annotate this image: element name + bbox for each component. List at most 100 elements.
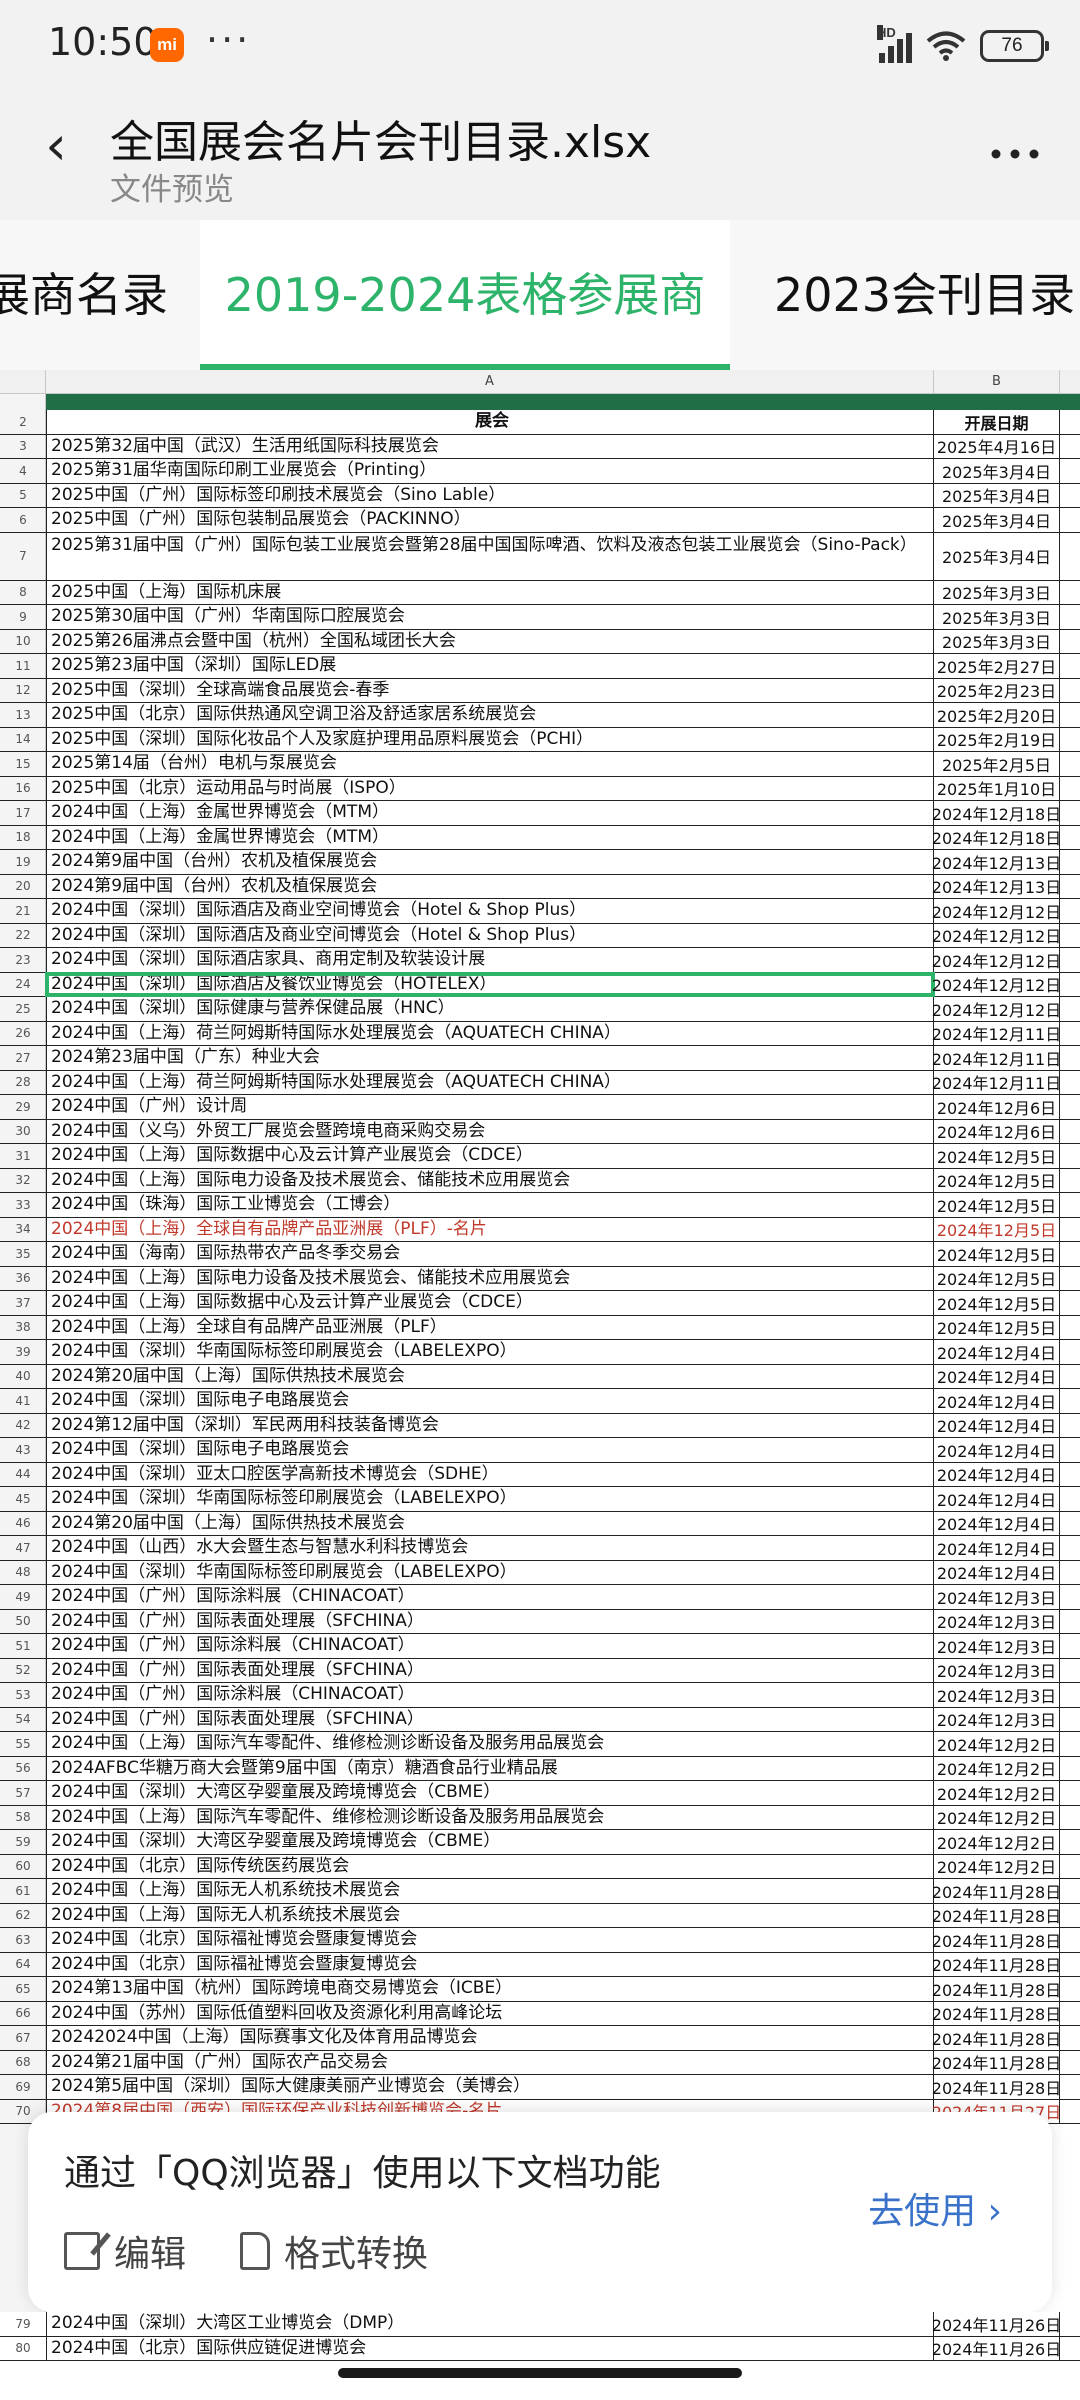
table-row[interactable]: 46 2024第20届中国（上海）国际供热技术展览会 2024年12月4日 — [0, 1511, 1080, 1536]
cell-exhibition[interactable]: 2024第13届中国（杭州）国际跨境电商交易博览会（ICBE） — [46, 1977, 934, 2001]
cell-exhibition[interactable]: 2024中国（上海）金属世界博览会（MTM） — [46, 801, 934, 825]
table-row[interactable]: 20 2024第9届中国（台州）农机及植保展览会 2024年12月13日 — [0, 874, 1080, 899]
cell-exhibition[interactable]: 2025中国（深圳）国际化妆品个人及家庭护理用品原料展览会（PCHI） — [46, 727, 934, 751]
cell-start-date[interactable]: 2024年12月2日 — [934, 1854, 1060, 1878]
table-row[interactable]: 2 展会 开展日期 — [0, 410, 1080, 435]
cell-exhibition[interactable]: 2024中国（上海）荷兰阿姆斯特国际水处理展览会（AQUATECH CHINA） — [46, 1021, 934, 1045]
cell-exhibition[interactable]: 2024中国（山西）水大会暨生态与智慧水利科技博览会 — [46, 1536, 934, 1560]
row-number[interactable]: 37 — [0, 1291, 46, 1315]
table-row[interactable]: 8 2025中国（上海）国际机床展 2025年3月3日 — [0, 580, 1080, 605]
cell-exhibition[interactable]: 2024中国（广州）国际涂料展（CHINACOAT） — [46, 1585, 934, 1609]
row-number[interactable]: 13 — [0, 703, 46, 727]
table-row[interactable]: 79 2024中国（深圳）大湾区工业博览会（DMP） 2024年11月26日 — [0, 2312, 1080, 2337]
table-row[interactable]: 26 2024中国（上海）荷兰阿姆斯特国际水处理展览会（AQUATECH CHIN… — [0, 1021, 1080, 1046]
table-row[interactable]: 24 2024中国（深圳）国际酒店及餐饮业博览会（HOTELEX） 2024年12月… — [0, 971, 1080, 997]
row-number[interactable]: 21 — [0, 899, 46, 923]
table-row[interactable]: 42 2024第12届中国（深圳）军民两用科技装备博览会 2024年12月4日 — [0, 1413, 1080, 1438]
cell-start-date[interactable]: 2024年12月4日 — [934, 1487, 1060, 1511]
cell-start-date[interactable]: 2024年12月4日 — [934, 1560, 1060, 1584]
table-row[interactable]: 34 2024中国（上海）全球自有品牌产品亚洲展（PLF）-名片 2024年12月5… — [0, 1217, 1080, 1242]
cell-exhibition[interactable]: 2024中国（广州）国际涂料展（CHINACOAT） — [46, 1683, 934, 1707]
cell-exhibition[interactable]: 2024中国（深圳）国际酒店及餐饮业博览会（HOTELEX） — [45, 971, 935, 997]
cell-exhibition[interactable]: 2024中国（深圳）大湾区工业博览会（DMP） — [46, 2312, 934, 2336]
table-row[interactable]: 37 2024中国（上海）国际数据中心及云计算产业展览会（CDCE） 2024年12… — [0, 1291, 1080, 1316]
row-number[interactable]: 2 — [0, 410, 46, 434]
row-number[interactable]: 45 — [0, 1487, 46, 1511]
select-all-corner[interactable] — [0, 370, 46, 394]
row-number[interactable]: 79 — [0, 2312, 46, 2336]
back-button[interactable]: ‹ — [26, 116, 86, 176]
cell-start-date[interactable]: 2024年11月28日 — [932, 2050, 1061, 2074]
row-number[interactable]: 10 — [0, 630, 46, 654]
cell-exhibition[interactable]: 2025第31届中国（广州）国际包装工业展览会暨第28届中国国际啤酒、饮料及液态… — [46, 532, 934, 580]
cell-start-date[interactable]: 2024年12月6日 — [934, 1095, 1060, 1119]
cell-exhibition[interactable]: 2024中国（上海）国际汽车零配件、维修检测诊断设备及服务用品展览会 — [46, 1732, 934, 1756]
row-number[interactable]: 17 — [0, 801, 46, 825]
cell-exhibition[interactable]: 2024中国（深圳）大湾区孕婴童展及跨境博览会（CBME） — [46, 1830, 934, 1854]
row-number[interactable]: 12 — [0, 679, 46, 703]
cell-exhibition[interactable]: 2024中国（上海）荷兰阿姆斯特国际水处理展览会（AQUATECH CHINA） — [46, 1070, 934, 1094]
table-row[interactable]: 63 2024中国（北京）国际福祉博览会暨康复博览会 2024年11月28日 — [0, 1928, 1080, 1953]
table-row[interactable]: 5 2025中国（广州）国际标签印刷技术展览会（Sino Lable） 2025年3… — [0, 483, 1080, 508]
cell-exhibition[interactable]: 2024中国（深圳）国际电子电路展览会 — [46, 1438, 934, 1462]
cell-start-date[interactable]: 2024年12月4日 — [934, 1462, 1060, 1486]
cell-exhibition[interactable]: 2024中国（北京）国际供应链促进博览会 — [46, 2336, 934, 2360]
cell-start-date[interactable]: 2024年12月4日 — [934, 1389, 1060, 1413]
cell-exhibition[interactable]: 2024第21届中国（广州）国际农产品交易会 — [46, 2050, 934, 2074]
cell-start-date[interactable]: 2024年12月5日 — [934, 1217, 1060, 1241]
cell-exhibition[interactable]: 2024中国（北京）国际传统医药展览会 — [46, 1854, 934, 1878]
cell-exhibition[interactable]: 2025中国（广州）国际包装制品展览会（PACKINNO） — [46, 508, 934, 532]
table-row[interactable]: 69 2024第5届中国（深圳）国际大健康美丽产业博览会（美博会） 2024年11月… — [0, 2075, 1080, 2100]
cell-exhibition[interactable]: 2025第30届中国（广州）华南国际口腔展览会 — [46, 605, 934, 629]
row-number[interactable]: 18 — [0, 826, 46, 850]
table-row[interactable]: 15 2025第14届（台州）电机与泵展览会 2025年2月5日 — [0, 752, 1080, 777]
cell-exhibition[interactable]: 2024第12届中国（深圳）军民两用科技装备博览会 — [46, 1413, 934, 1437]
table-row[interactable]: 45 2024中国（深圳）华南国际标签印刷展览会（LABELEXPO） 2024年1… — [0, 1487, 1080, 1512]
table-row[interactable]: 6 2025中国（广州）国际包装制品展览会（PACKINNO） 2025年3月4日 — [0, 508, 1080, 533]
cell-start-date[interactable]: 2024年12月5日 — [934, 1144, 1060, 1168]
row-number[interactable]: 34 — [0, 1218, 46, 1242]
cell-start-date[interactable]: 2024年12月3日 — [934, 1634, 1060, 1658]
cell-start-date[interactable]: 2024年12月5日 — [934, 1266, 1060, 1290]
table-row[interactable]: 54 2024中国（广州）国际表面处理展（SFCHINA） 2024年12月3日 — [0, 1707, 1080, 1732]
go-use-button[interactable]: 去使用 › — [868, 2182, 1002, 2234]
cell-exhibition[interactable]: 2024AFBC华糖万商大会暨第9届中国（南京）糖酒食品行业精品展 — [46, 1756, 934, 1780]
table-row[interactable]: 67 20242024中国（上海）国际赛事文化及体育用品博览会 2024年11月28… — [0, 2026, 1080, 2051]
tab-exhibitor-list[interactable]: 展商名录 — [0, 220, 168, 370]
cell-exhibition[interactable]: 2025中国（北京）运动用品与时尚展（ISPO） — [46, 776, 934, 800]
row-number[interactable]: 36 — [0, 1267, 46, 1291]
cell-exhibition[interactable]: 2024中国（深圳）国际电子电路展览会 — [46, 1389, 934, 1413]
row-number[interactable]: 47 — [0, 1536, 46, 1560]
table-row[interactable]: 9 2025第30届中国（广州）华南国际口腔展览会 2025年3月3日 — [0, 605, 1080, 630]
format-convert-button[interactable]: 格式转换 — [240, 2226, 428, 2276]
cell-exhibition[interactable]: 展会 — [46, 410, 934, 434]
row-number[interactable]: 35 — [0, 1242, 46, 1266]
home-indicator[interactable] — [338, 2368, 742, 2378]
row-number[interactable]: 3 — [0, 435, 46, 459]
cell-exhibition[interactable]: 2024中国（上海）金属世界博览会（MTM） — [46, 825, 934, 849]
table-row[interactable]: 10 2025第26届沸点会暨中国（杭州）全国私域团长大会 2025年3月3日 — [0, 629, 1080, 654]
cell-exhibition[interactable]: 2024中国（广州）国际表面处理展（SFCHINA） — [46, 1609, 934, 1633]
cell-start-date[interactable]: 2025年4月16日 — [934, 434, 1060, 458]
table-row[interactable]: 27 2024第23届中国（广东）种业大会 2024年12月11日 — [0, 1046, 1080, 1071]
table-row[interactable]: 56 2024AFBC华糖万商大会暨第9届中国（南京）糖酒食品行业精品展 2024年… — [0, 1756, 1080, 1781]
row-number[interactable]: 49 — [0, 1585, 46, 1609]
table-row[interactable]: 80 2024中国（北京）国际供应链促进博览会 2024年11月26日 — [0, 2336, 1080, 2361]
cell-start-date[interactable]: 2024年12月3日 — [934, 1707, 1060, 1731]
cell-exhibition[interactable]: 2025中国（广州）国际标签印刷技术展览会（Sino Lable） — [46, 483, 934, 507]
cell-exhibition[interactable]: 2024第20届中国（上海）国际供热技术展览会 — [46, 1364, 934, 1388]
cell-start-date[interactable]: 2024年12月2日 — [934, 1781, 1060, 1805]
table-row[interactable]: 47 2024中国（山西）水大会暨生态与智慧水利科技博览会 2024年12月4日 — [0, 1536, 1080, 1561]
cell-start-date[interactable]: 2024年12月4日 — [934, 1438, 1060, 1462]
cell-start-date[interactable]: 2024年12月13日 — [932, 874, 1061, 898]
row-number[interactable]: 50 — [0, 1610, 46, 1634]
row-number[interactable]: 16 — [0, 777, 46, 801]
cell-start-date[interactable]: 2024年12月4日 — [934, 1511, 1060, 1535]
cell-exhibition[interactable]: 2025中国（上海）国际机床展 — [46, 580, 934, 604]
row-number[interactable]: 40 — [0, 1365, 46, 1389]
cell-exhibition[interactable]: 2024中国（深圳）国际酒店及商业空间博览会（Hotel & Shop Plus… — [46, 923, 934, 947]
cell-exhibition[interactable]: 2024中国（广州）国际表面处理展（SFCHINA） — [46, 1658, 934, 1682]
cell-exhibition[interactable]: 2024中国（广州）设计周 — [46, 1095, 934, 1119]
cell-start-date[interactable]: 2024年11月28日 — [932, 1879, 1061, 1903]
cell-start-date[interactable]: 2024年12月3日 — [934, 1585, 1060, 1609]
